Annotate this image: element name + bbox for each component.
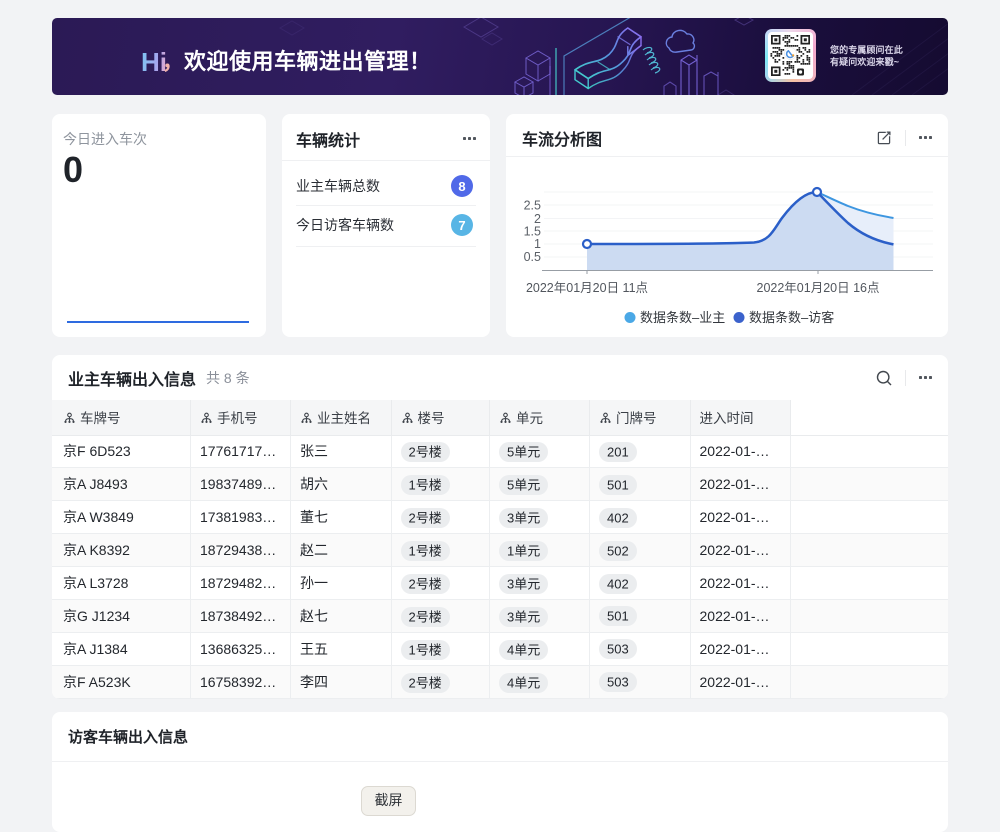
svg-text:数据条数–业主: 数据条数–业主: [640, 310, 725, 325]
svg-text:0.5: 0.5: [524, 250, 541, 264]
svg-text:2022年01月20日 16点: 2022年01月20日 16点: [757, 281, 880, 295]
svg-text:数据条数–访客: 数据条数–访客: [749, 310, 834, 325]
svg-text:2.5: 2.5: [524, 199, 541, 213]
svg-text:2022年01月20日 11点: 2022年01月20日 11点: [526, 281, 648, 295]
svg-text:1: 1: [534, 237, 541, 251]
